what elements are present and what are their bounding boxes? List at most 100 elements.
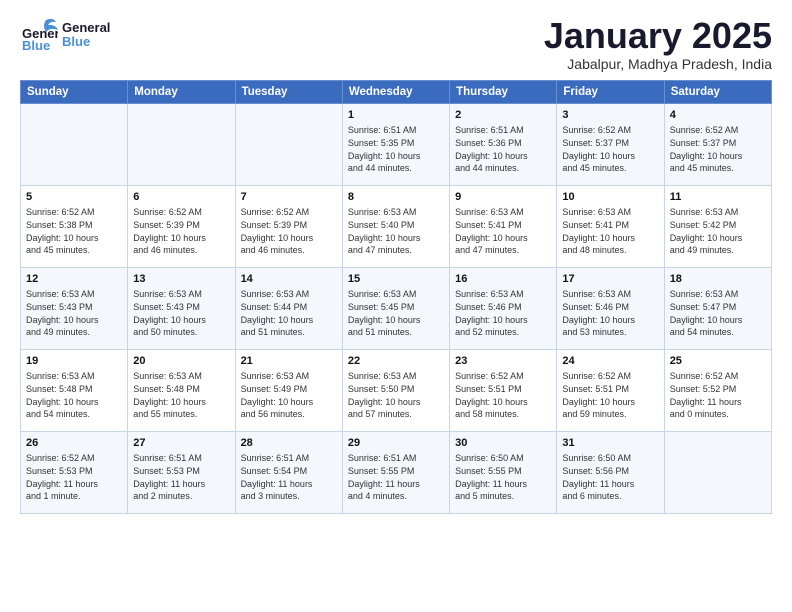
day-info: Sunrise: 6:53 AMSunset: 5:45 PMDaylight:… [348, 288, 444, 338]
logo: General Blue General Blue [20, 16, 110, 54]
day-number: 7 [241, 190, 337, 205]
calendar-cell-2-3: 15Sunrise: 6:53 AMSunset: 5:45 PMDayligh… [342, 267, 449, 349]
day-info: Sunrise: 6:53 AMSunset: 5:50 PMDaylight:… [348, 370, 444, 420]
calendar-week-1: 1Sunrise: 6:51 AMSunset: 5:35 PMDaylight… [21, 103, 772, 185]
logo-icon: General Blue [20, 16, 58, 54]
calendar-cell-2-5: 17Sunrise: 6:53 AMSunset: 5:46 PMDayligh… [557, 267, 664, 349]
col-saturday: Saturday [664, 80, 771, 103]
calendar-cell-2-2: 14Sunrise: 6:53 AMSunset: 5:44 PMDayligh… [235, 267, 342, 349]
day-number: 19 [26, 354, 122, 369]
logo-text-general: General [62, 21, 110, 35]
calendar-cell-2-4: 16Sunrise: 6:53 AMSunset: 5:46 PMDayligh… [450, 267, 557, 349]
day-number: 30 [455, 436, 551, 451]
day-info: Sunrise: 6:52 AMSunset: 5:38 PMDaylight:… [26, 206, 122, 256]
col-wednesday: Wednesday [342, 80, 449, 103]
calendar-week-4: 19 Sunrise: 6:53 AMSunset: 5:48 PMDayligh… [21, 349, 772, 431]
calendar-week-2: 5Sunrise: 6:52 AMSunset: 5:38 PMDaylight… [21, 185, 772, 267]
day-info: Sunrise: 6:52 AMSunset: 5:39 PMDaylight:… [241, 206, 337, 256]
day-number: 18 [670, 272, 766, 287]
col-sunday: Sunday [21, 80, 128, 103]
day-info: Sunrise: 6:52 AMSunset: 5:52 PMDaylight:… [670, 370, 766, 420]
day-number: 20 [133, 354, 229, 369]
calendar-week-3: 12 Sunrise: 6:53 AMSunset: 5:43 PMDayligh… [21, 267, 772, 349]
calendar-cell-1-0: 5Sunrise: 6:52 AMSunset: 5:38 PMDaylight… [21, 185, 128, 267]
calendar-header-row: Sunday Monday Tuesday Wednesday Thursday… [21, 80, 772, 103]
day-number: 13 [133, 272, 229, 287]
day-info: Sunrise: 6:53 AMSunset: 5:41 PMDaylight:… [455, 206, 551, 256]
day-number: 23 [455, 354, 551, 369]
day-number: 3 [562, 108, 658, 123]
day-info: Sunrise: 6:53 AMSunset: 5:42 PMDaylight:… [670, 206, 766, 256]
calendar-cell-0-1 [128, 103, 235, 185]
day-number: 24 [562, 354, 658, 369]
svg-text:Blue: Blue [22, 38, 50, 53]
col-tuesday: Tuesday [235, 80, 342, 103]
calendar-cell-4-6 [664, 431, 771, 513]
day-info: Sunrise: 6:53 AMSunset: 5:44 PMDaylight:… [241, 288, 337, 338]
day-info: Sunrise: 6:52 AMSunset: 5:37 PMDaylight:… [670, 124, 766, 174]
day-number: 12 [26, 272, 122, 287]
logo-text-blue: Blue [62, 35, 110, 49]
calendar-cell-3-0: 19Sunrise: 6:53 AMSunset: 5:48 PMDayligh… [21, 349, 128, 431]
page-header: General Blue General Blue January 2025 J… [20, 16, 772, 72]
calendar-cell-3-4: 23Sunrise: 6:52 AMSunset: 5:51 PMDayligh… [450, 349, 557, 431]
calendar-cell-3-3: 22Sunrise: 6:53 AMSunset: 5:50 PMDayligh… [342, 349, 449, 431]
calendar-cell-0-5: 3Sunrise: 6:52 AMSunset: 5:37 PMDaylight… [557, 103, 664, 185]
day-number: 4 [670, 108, 766, 123]
day-number: 28 [241, 436, 337, 451]
day-number: 8 [348, 190, 444, 205]
day-info: Sunrise: 6:52 AMSunset: 5:39 PMDaylight:… [133, 206, 229, 256]
calendar-cell-1-2: 7Sunrise: 6:52 AMSunset: 5:39 PMDaylight… [235, 185, 342, 267]
col-thursday: Thursday [450, 80, 557, 103]
calendar-cell-4-5: 31Sunrise: 6:50 AMSunset: 5:56 PMDayligh… [557, 431, 664, 513]
day-info: Sunrise: 6:50 AMSunset: 5:56 PMDaylight:… [562, 452, 658, 502]
calendar-table: Sunday Monday Tuesday Wednesday Thursday… [20, 80, 772, 514]
calendar-cell-2-0: 12Sunrise: 6:53 AMSunset: 5:43 PMDayligh… [21, 267, 128, 349]
calendar-cell-1-4: 9Sunrise: 6:53 AMSunset: 5:41 PMDaylight… [450, 185, 557, 267]
day-info: Sunrise: 6:53 AMSunset: 5:49 PMDaylight:… [241, 370, 337, 420]
calendar-cell-4-2: 28Sunrise: 6:51 AMSunset: 5:54 PMDayligh… [235, 431, 342, 513]
day-number: 2 [455, 108, 551, 123]
calendar-cell-0-6: 4Sunrise: 6:52 AMSunset: 5:37 PMDaylight… [664, 103, 771, 185]
day-info: Sunrise: 6:52 AMSunset: 5:37 PMDaylight:… [562, 124, 658, 174]
calendar-cell-0-0 [21, 103, 128, 185]
calendar-week-5: 26Sunrise: 6:52 AMSunset: 5:53 PMDayligh… [21, 431, 772, 513]
day-number: 25 [670, 354, 766, 369]
title-area: January 2025 Jabalpur, Madhya Pradesh, I… [544, 16, 772, 72]
day-info: Sunrise: 6:52 AMSunset: 5:53 PMDaylight:… [26, 452, 122, 502]
col-monday: Monday [128, 80, 235, 103]
calendar-cell-4-1: 27Sunrise: 6:51 AMSunset: 5:53 PMDayligh… [128, 431, 235, 513]
day-info: Sunrise: 6:51 AMSunset: 5:54 PMDaylight:… [241, 452, 337, 502]
day-number: 10 [562, 190, 658, 205]
day-info: Sunrise: 6:52 AMSunset: 5:51 PMDaylight:… [455, 370, 551, 420]
calendar-body: 1Sunrise: 6:51 AMSunset: 5:35 PMDaylight… [21, 103, 772, 513]
calendar-cell-2-1: 13Sunrise: 6:53 AMSunset: 5:43 PMDayligh… [128, 267, 235, 349]
location-subtitle: Jabalpur, Madhya Pradesh, India [544, 56, 772, 72]
calendar-cell-1-3: 8Sunrise: 6:53 AMSunset: 5:40 PMDaylight… [342, 185, 449, 267]
day-number: 1 [348, 108, 444, 123]
day-info: Sunrise: 6:53 AMSunset: 5:48 PMDaylight:… [133, 370, 229, 420]
day-info: Sunrise: 6:53 AMSunset: 5:41 PMDaylight:… [562, 206, 658, 256]
day-number: 21 [241, 354, 337, 369]
day-number: 26 [26, 436, 122, 451]
calendar-cell-2-6: 18Sunrise: 6:53 AMSunset: 5:47 PMDayligh… [664, 267, 771, 349]
day-number: 11 [670, 190, 766, 205]
day-info: Sunrise: 6:51 AMSunset: 5:36 PMDaylight:… [455, 124, 551, 174]
calendar-cell-4-3: 29Sunrise: 6:51 AMSunset: 5:55 PMDayligh… [342, 431, 449, 513]
calendar-cell-4-0: 26Sunrise: 6:52 AMSunset: 5:53 PMDayligh… [21, 431, 128, 513]
day-info: Sunrise: 6:53 AMSunset: 5:47 PMDaylight:… [670, 288, 766, 338]
calendar-cell-1-1: 6Sunrise: 6:52 AMSunset: 5:39 PMDaylight… [128, 185, 235, 267]
day-info: Sunrise: 6:53 AMSunset: 5:40 PMDaylight:… [348, 206, 444, 256]
col-friday: Friday [557, 80, 664, 103]
calendar-cell-3-1: 20Sunrise: 6:53 AMSunset: 5:48 PMDayligh… [128, 349, 235, 431]
day-info: Sunrise: 6:51 AMSunset: 5:53 PMDaylight:… [133, 452, 229, 502]
calendar-cell-3-6: 25Sunrise: 6:52 AMSunset: 5:52 PMDayligh… [664, 349, 771, 431]
day-info: Sunrise: 6:53 AMSunset: 5:46 PMDaylight:… [455, 288, 551, 338]
calendar-cell-0-2 [235, 103, 342, 185]
day-info: Sunrise: 6:53 AMSunset: 5:43 PMDaylight:… [133, 288, 229, 338]
day-info: Sunrise: 6:53 AMSunset: 5:46 PMDaylight:… [562, 288, 658, 338]
calendar-cell-1-5: 10Sunrise: 6:53 AMSunset: 5:41 PMDayligh… [557, 185, 664, 267]
day-number: 17 [562, 272, 658, 287]
day-number: 6 [133, 190, 229, 205]
calendar-cell-0-4: 2Sunrise: 6:51 AMSunset: 5:36 PMDaylight… [450, 103, 557, 185]
